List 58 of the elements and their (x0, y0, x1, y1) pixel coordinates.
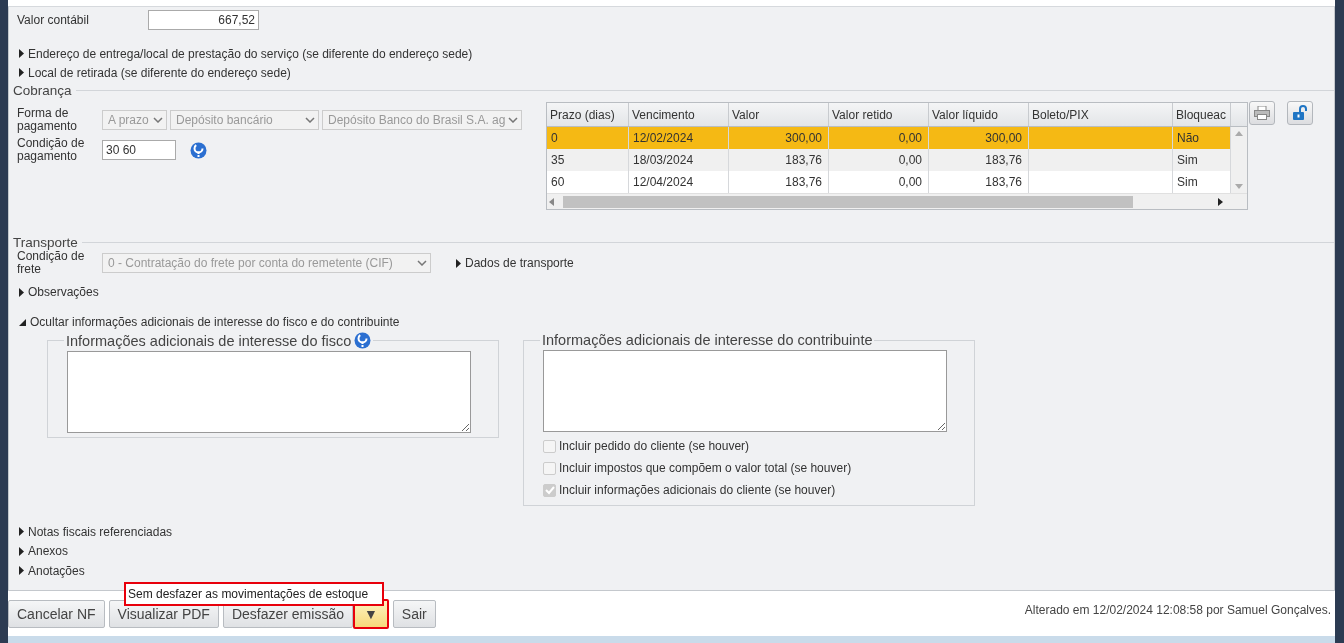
column-header[interactable]: Boleto/PIX (1029, 103, 1173, 126)
action-button[interactable]: Cancelar NF (8, 599, 105, 628)
text-area[interactable] (67, 351, 471, 433)
column-header[interactable]: Valor (729, 103, 829, 126)
expand-icon (19, 68, 24, 77)
field-label: Condição de frete (17, 250, 86, 276)
field-label: Forma de pagamento (17, 107, 79, 133)
input-field[interactable]: 30 60 (102, 140, 176, 160)
unlock-button[interactable] (1287, 101, 1313, 125)
section-title: Cobrança (13, 82, 72, 98)
chevron-down-icon (153, 117, 163, 123)
section-toggle[interactable]: Observações (19, 285, 99, 299)
checkbox-label: Incluir impostos que compõem o valor total (se houver) (559, 461, 852, 475)
section-title: Transporte (13, 234, 78, 250)
scroll-down-icon[interactable] (1235, 184, 1243, 189)
column-header[interactable]: Bloqueac (1173, 103, 1231, 126)
table-row[interactable]: 0 12/02/2024 300,00 0,00 300,00 Não (547, 127, 1231, 149)
section-toggle[interactable]: Local de retirada (se diferente do endereço sede) (19, 65, 291, 80)
scroll-up-icon[interactable] (1235, 131, 1243, 136)
panel-title: Informações adicionais de interesse do fisco (66, 332, 352, 349)
checkbox-label: Incluir informações adicionais do cliente (se houver) (559, 483, 836, 497)
checkbox-label: Incluir pedido do cliente (se houver) (559, 439, 750, 453)
expand-icon (19, 49, 24, 58)
chevron-down-icon (417, 260, 427, 266)
checkbox[interactable] (543, 461, 556, 475)
dropdown-menu[interactable]: Sem desfazer as movimentações de estoque (124, 582, 384, 606)
input-field[interactable]: 667,52 (148, 10, 259, 30)
unlocked-padlock-icon (1292, 105, 1308, 121)
section-toggle[interactable]: Anexos (19, 544, 69, 559)
panel-title: Informações adicionais de interesse do contribuinte (542, 332, 873, 348)
text-area[interactable] (543, 350, 947, 432)
section-toggle[interactable]: Ocultar informações adicionais de interesse do fisco e do contribuinte (19, 315, 400, 329)
print-button[interactable] (1249, 101, 1275, 125)
action-button[interactable]: Sair (392, 599, 436, 628)
vertical-scrollbar[interactable] (1231, 127, 1247, 193)
checkbox[interactable] (543, 483, 556, 497)
scroll-left-icon[interactable] (547, 197, 557, 206)
field-label: Valor contábil (17, 13, 90, 27)
section-toggle[interactable]: Anotações (19, 563, 85, 578)
column-header[interactable]: Prazo (dias) (547, 103, 629, 126)
expand-icon (456, 258, 461, 268)
chevron-down-icon (305, 117, 315, 123)
section-toggle[interactable]: Notas fiscais referenciadas (19, 524, 173, 539)
checkbox[interactable] (543, 439, 556, 453)
horizontal-scrollbar[interactable] (547, 193, 1247, 209)
audit-text: Alterado em 12/02/2024 12:08:58 por Samuel Gonçalves. (1024, 602, 1331, 617)
column-header[interactable]: Valor líquido (929, 103, 1029, 126)
field-label: Condição de pagamento (17, 137, 86, 163)
expand-icon (19, 287, 24, 297)
printer-icon (1254, 106, 1270, 120)
section-toggle[interactable]: Endereço de entrega/local de prestação do serviço (se diferente do endereço sede) (19, 46, 473, 61)
table-row[interactable]: 35 18/03/2024 183,76 0,00 183,76 Sim (547, 149, 1231, 171)
column-header[interactable]: Valor retido (829, 103, 929, 126)
scroll-right-icon[interactable] (1215, 197, 1225, 206)
section-toggle[interactable]: Dados de transporte (456, 256, 574, 270)
chevron-down-icon (508, 117, 518, 123)
column-header[interactable]: Vencimento (629, 103, 729, 126)
collapse-icon (19, 318, 26, 326)
